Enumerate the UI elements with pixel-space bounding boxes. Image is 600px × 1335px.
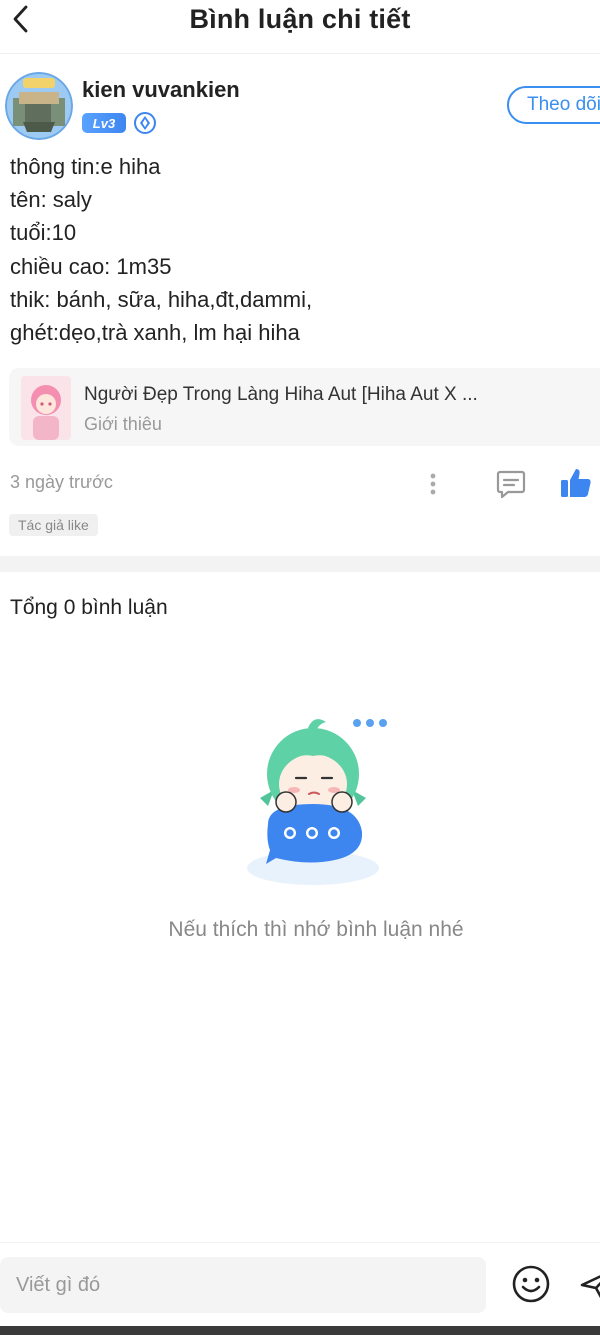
section-divider xyxy=(0,556,600,572)
content-line: tuổi:10 xyxy=(10,220,77,246)
page-title: Bình luận chi tiết xyxy=(189,4,411,34)
story-title: Người Đẹp Trong Làng Hiha Aut [Hiha Aut … xyxy=(84,384,478,405)
story-subtitle: Giới thiêu xyxy=(84,414,162,434)
thumbs-up-icon[interactable] xyxy=(558,465,594,501)
level-badge: Lv3 xyxy=(82,113,126,133)
author-like-tag: Tác giả like xyxy=(9,514,98,536)
content-line: thông tin:e hiha xyxy=(10,154,161,179)
top-header: Bình luận chi tiết xyxy=(0,0,600,54)
story-cover-image xyxy=(21,376,71,440)
empty-state-text: Nếu thích thì nhớ bình luận nhé xyxy=(168,918,464,941)
comment-time: 3 ngày trước xyxy=(10,472,113,492)
comment-content: thông tin:e hiha tên: saly tuổi:10 chiều… xyxy=(10,150,590,349)
smiley-icon xyxy=(512,1265,550,1303)
system-nav-bar xyxy=(0,1326,600,1335)
author-row: kien vuvankien Lv3 Theo dõi xyxy=(0,66,600,146)
more-vertical-icon[interactable] xyxy=(421,468,445,500)
comment-input-bar xyxy=(0,1242,600,1326)
emoji-button[interactable] xyxy=(510,1263,552,1305)
content-line: tên: saly xyxy=(10,187,92,213)
story-card[interactable]: Người Đẹp Trong Làng Hiha Aut [Hiha Aut … xyxy=(9,368,600,446)
comment-meta-row: 3 ngày trước xyxy=(0,462,600,506)
avatar[interactable] xyxy=(5,72,73,140)
empty-state-mascot-image xyxy=(246,712,394,890)
total-comments: Tổng 0 bình luận xyxy=(10,596,168,619)
diamond-badge-icon xyxy=(134,112,156,134)
author-name[interactable]: kien vuvankien xyxy=(82,77,240,103)
comment-icon[interactable] xyxy=(494,467,528,501)
content-line: chiều cao: 1m35 xyxy=(10,253,172,279)
send-button[interactable] xyxy=(578,1265,600,1303)
comment-input[interactable] xyxy=(0,1257,486,1313)
content-line: ghét:dẹo,trà xanh, lm hại hiha xyxy=(10,320,300,346)
send-icon xyxy=(580,1275,600,1299)
avatar-image xyxy=(5,72,73,140)
follow-button[interactable]: Theo dõi xyxy=(507,86,600,124)
content-line: thik: bánh, sữa, hiha,đt,dammi, xyxy=(10,286,313,312)
